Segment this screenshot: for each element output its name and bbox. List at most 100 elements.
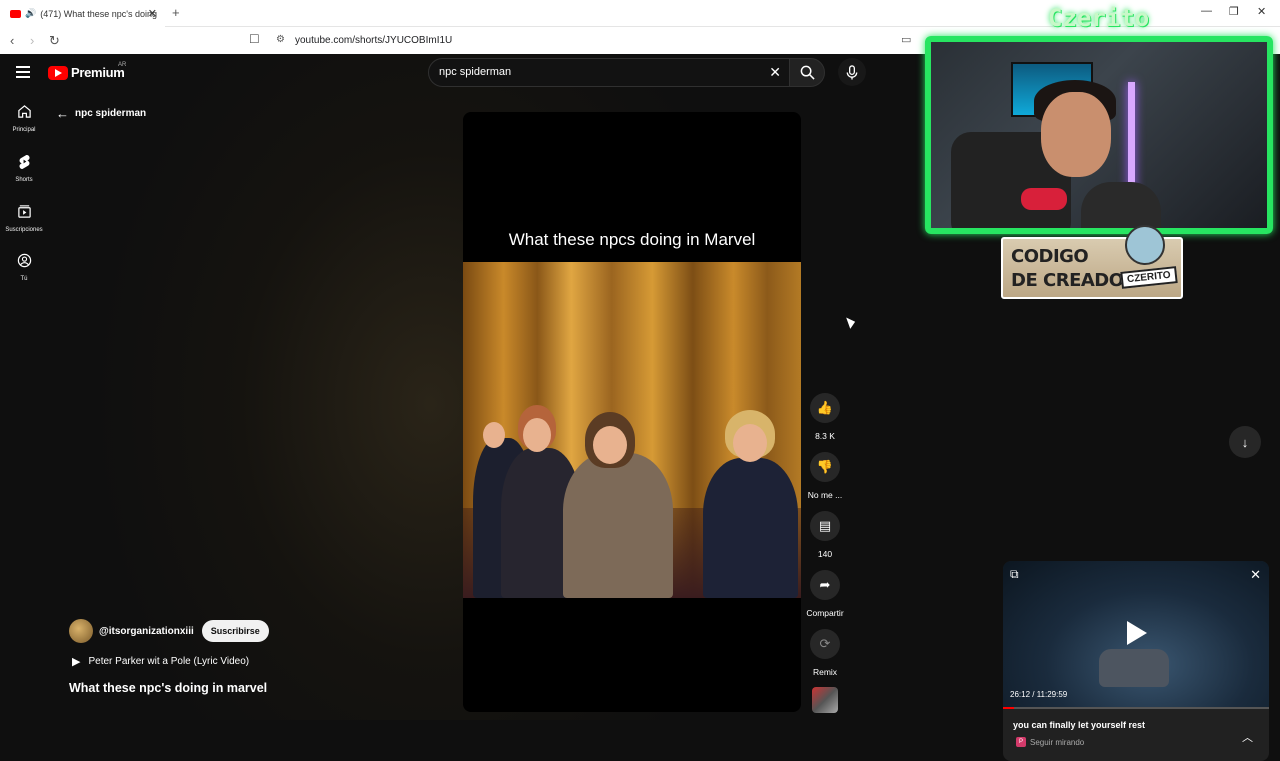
- minimize-icon[interactable]: —: [1201, 5, 1212, 17]
- subscriptions-icon: [17, 205, 31, 218]
- back-label: npc spiderman: [75, 108, 147, 119]
- creator-code-line1: CODIGO: [1011, 246, 1089, 267]
- channel-badge-icon: P: [1016, 737, 1026, 747]
- short-title: What these npc's doing in marvel: [69, 681, 268, 695]
- dislike-action[interactable]: 👎 No me ...: [804, 452, 846, 500]
- sidebar-item-label: Principal: [12, 127, 36, 133]
- chevron-up-icon[interactable]: ︿: [1242, 729, 1253, 745]
- video-face-3: [593, 426, 627, 464]
- miniplayer-video[interactable]: ⧉ ✕ 26:12 / 11:29:59: [1003, 561, 1269, 709]
- sidebar-item-principal[interactable]: Principal: [0, 104, 48, 133]
- sound-thumbnail[interactable]: [804, 687, 846, 713]
- miniplayer-title: you can finally let yourself rest: [1013, 720, 1146, 730]
- logo-region: AR: [118, 62, 127, 68]
- menu-icon[interactable]: [16, 66, 30, 78]
- microphone-icon: [846, 64, 858, 80]
- video-person-3: [563, 453, 673, 598]
- miniplayer-subtitle: P Seguir mirando: [1016, 737, 1084, 747]
- miniplayer-progress[interactable]: [1003, 707, 1269, 709]
- expand-icon[interactable]: ⧉: [1010, 567, 1019, 582]
- play-icon: ▶: [72, 656, 81, 668]
- shorts-icon: [19, 154, 29, 169]
- sidebar-item-label: Shorts: [15, 177, 33, 183]
- video-face-1: [483, 422, 505, 448]
- home-icon: [17, 105, 31, 118]
- next-short-button[interactable]: ↓: [1229, 426, 1261, 458]
- short-video-player[interactable]: What these npcs doing in Marvel: [463, 112, 801, 712]
- you-icon: [17, 253, 31, 268]
- miniplayer-car-image: [1099, 649, 1169, 687]
- close-window-icon[interactable]: ✕: [1257, 5, 1266, 18]
- bookmark-icon[interactable]: ☐: [249, 32, 260, 46]
- mouse-cursor-icon: [846, 315, 857, 329]
- share-label: Compartir: [806, 608, 844, 618]
- back-nav-icon[interactable]: ‹: [10, 33, 14, 48]
- streamer-name: Czerito: [1048, 4, 1150, 32]
- comment-icon[interactable]: ▤: [810, 511, 840, 541]
- search-button[interactable]: [789, 58, 825, 87]
- miniplayer-progress-fill: [1003, 707, 1014, 709]
- youtube-premium-logo[interactable]: Premium AR: [48, 62, 127, 80]
- song-link[interactable]: ▶ Peter Parker wit a Pole (Lyric Video): [72, 655, 249, 668]
- share-icon[interactable]: ➦: [810, 570, 840, 600]
- comments-action[interactable]: ▤ 140: [804, 511, 846, 559]
- sound-thumbnail-image: [812, 687, 838, 713]
- logo-text: Premium: [71, 65, 125, 80]
- search-input[interactable]: [439, 66, 739, 78]
- speaker-icon[interactable]: 🔊: [25, 8, 36, 19]
- back-to-search[interactable]: ← npc spiderman: [56, 106, 146, 121]
- miniplayer-time: 26:12 / 11:29:59: [1010, 690, 1068, 699]
- youtube-favicon-icon: [10, 9, 21, 18]
- channel-info: @itsorganizationxiii Suscribirse: [69, 619, 269, 643]
- close-icon[interactable]: ✕: [1250, 567, 1261, 583]
- browser-tab[interactable]: 🔊 (471) What these npc's doing ✕: [0, 0, 165, 27]
- sidebar-item-tu[interactable]: Tú: [0, 253, 48, 282]
- sidebar-item-label: Suscripciones: [5, 227, 43, 233]
- like-icon[interactable]: 👍: [810, 393, 840, 423]
- creator-code-banner: CODIGO DE CREADOR CZERITO: [1001, 225, 1183, 299]
- song-title: Peter Parker wit a Pole (Lyric Video): [88, 656, 250, 667]
- webcam-head: [1041, 92, 1111, 177]
- creator-code-text: CODIGO DE CREADOR: [1011, 245, 1137, 293]
- video-face-4: [733, 424, 767, 462]
- new-tab-button[interactable]: +: [172, 5, 180, 20]
- url-field[interactable]: youtube.com/shorts/JYUCOBImI1U: [295, 35, 452, 46]
- comments-count: 140: [817, 549, 833, 559]
- video-person-4: [703, 458, 798, 598]
- subscribe-button[interactable]: Suscribirse: [201, 620, 269, 642]
- tab-close-icon[interactable]: ✕: [148, 7, 157, 20]
- tab-title: (471) What these npc's doing: [40, 8, 158, 19]
- clear-search-icon[interactable]: ✕: [769, 64, 781, 81]
- voice-search-button[interactable]: [838, 58, 866, 86]
- webcam-microphone: [1021, 188, 1067, 210]
- video-overlay-title: What these npcs doing in Marvel: [508, 230, 756, 249]
- reload-icon[interactable]: ↻: [49, 33, 60, 49]
- sidebar-item-shorts[interactable]: Shorts: [0, 154, 48, 183]
- like-action[interactable]: 👍 8.3 K: [804, 393, 846, 441]
- video-frame: [463, 262, 801, 598]
- miniplayer[interactable]: ⧉ ✕ 26:12 / 11:29:59 you can finally let…: [1003, 561, 1269, 761]
- arrow-down-icon: ↓: [1241, 434, 1249, 450]
- forward-nav-icon[interactable]: ›: [30, 33, 34, 48]
- site-info-icon[interactable]: ⚙: [276, 34, 285, 45]
- miniplayer-subtitle-text: Seguir mirando: [1030, 737, 1085, 747]
- avatar[interactable]: [69, 619, 93, 643]
- remix-icon[interactable]: ⟳: [810, 629, 840, 659]
- dislike-icon[interactable]: 👎: [810, 452, 840, 482]
- sidebar-item-suscripciones[interactable]: Suscripciones: [0, 204, 48, 233]
- like-count: 8.3 K: [815, 431, 835, 441]
- share-action[interactable]: ➦ Compartir: [804, 570, 846, 618]
- maximize-icon[interactable]: ❐: [1229, 5, 1239, 18]
- cast-icon[interactable]: ▭: [901, 33, 911, 46]
- remix-label: Remix: [812, 667, 838, 677]
- channel-name[interactable]: @itsorganizationxiii: [99, 626, 194, 637]
- search-box: ✕: [428, 58, 790, 87]
- webcam-overlay: [925, 36, 1273, 234]
- remix-action[interactable]: ⟳ Remix: [804, 629, 846, 677]
- video-face-2: [523, 418, 551, 452]
- creator-code-line2: DE CREADOR: [1011, 270, 1137, 291]
- back-arrow-icon: ←: [56, 106, 69, 121]
- search-icon: [800, 65, 815, 80]
- play-icon[interactable]: [1127, 621, 1147, 645]
- dislike-label: No me ...: [807, 490, 843, 500]
